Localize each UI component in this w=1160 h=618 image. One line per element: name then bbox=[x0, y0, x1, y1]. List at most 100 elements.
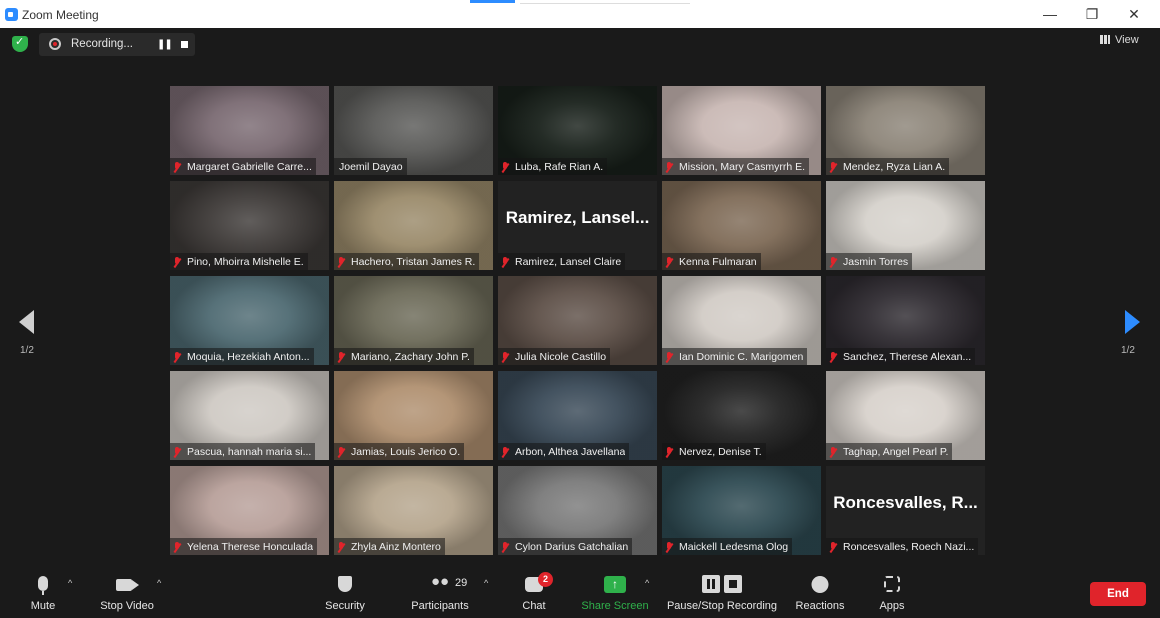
participant-nameplate: Ian Dominic C. Marigomen bbox=[662, 348, 808, 365]
participants-button[interactable]: ●● 29 Participants bbox=[405, 560, 475, 618]
end-meeting-button[interactable]: End bbox=[1090, 582, 1146, 606]
participant-name: Yelena Therese Honculada bbox=[187, 540, 314, 553]
view-button[interactable]: View bbox=[1100, 34, 1139, 46]
participant-tile[interactable]: Nervez, Denise T. bbox=[662, 371, 821, 460]
participant-name: Kenna Fulmaran bbox=[679, 255, 757, 268]
participant-tile[interactable]: Zhyla Ainz Montero bbox=[334, 466, 493, 555]
participant-tile[interactable]: Hachero, Tristan James R. bbox=[334, 181, 493, 270]
participant-tile[interactable]: Joemil Dayao bbox=[334, 86, 493, 175]
participant-nameplate: Zhyla Ainz Montero bbox=[334, 538, 445, 555]
mic-muted-icon bbox=[664, 161, 674, 173]
participant-name: Sanchez, Therese Alexan... bbox=[843, 350, 972, 363]
participant-tile[interactable]: Maickell Ledesma Olog bbox=[662, 466, 821, 555]
page-indicator-left: 1/2 bbox=[20, 345, 34, 356]
reactions-button[interactable]: Reactions bbox=[792, 560, 848, 618]
title-divider bbox=[520, 3, 690, 4]
participant-display-name: Roncesvalles, R... bbox=[833, 493, 978, 512]
participant-name: Nervez, Denise T. bbox=[679, 445, 762, 458]
stop-video-button[interactable]: Stop Video bbox=[92, 560, 162, 618]
pause-stop-recording-button[interactable]: Pause/Stop Recording bbox=[667, 560, 777, 618]
participant-name: Cylon Darius Gatchalian bbox=[515, 540, 629, 553]
mic-muted-icon bbox=[828, 446, 838, 458]
title-drag-indicator bbox=[470, 0, 515, 3]
mic-muted-icon bbox=[172, 351, 182, 363]
participant-tile[interactable]: Mission, Mary Casmyrrh E. bbox=[662, 86, 821, 175]
security-button[interactable]: Security bbox=[318, 560, 372, 618]
participant-tile[interactable]: Taghap, Angel Pearl P. bbox=[826, 371, 985, 460]
participant-tile[interactable]: Julia Nicole Castillo bbox=[498, 276, 657, 365]
mute-button[interactable]: Mute bbox=[18, 560, 68, 618]
audio-options-caret[interactable]: ^ bbox=[68, 578, 72, 588]
mic-icon bbox=[38, 576, 48, 595]
apps-button[interactable]: Apps bbox=[872, 560, 912, 618]
participant-tile[interactable]: Mendez, Ryza Lian A. bbox=[826, 86, 985, 175]
participant-tile[interactable]: Pascua, hannah maria si... bbox=[170, 371, 329, 460]
stop-video-label: Stop Video bbox=[100, 600, 154, 612]
participant-tile[interactable]: Cylon Darius Gatchalian bbox=[498, 466, 657, 555]
participant-tile[interactable]: Moquia, Hezekiah Anton... bbox=[170, 276, 329, 365]
participant-tile[interactable]: Margaret Gabrielle Carre... bbox=[170, 86, 329, 175]
window-title: Zoom Meeting bbox=[22, 8, 99, 22]
reactions-label: Reactions bbox=[795, 600, 845, 612]
participant-nameplate: Pino, Mhoirra Mishelle E. bbox=[170, 253, 308, 270]
shield-icon bbox=[338, 576, 352, 592]
participant-nameplate: Mendez, Ryza Lian A. bbox=[826, 158, 950, 175]
participants-options-caret[interactable]: ^ bbox=[484, 578, 488, 588]
share-screen-button[interactable]: ↑ Share Screen bbox=[580, 560, 650, 618]
participant-nameplate: Mission, Mary Casmyrrh E. bbox=[662, 158, 810, 175]
participant-name: Roncesvalles, Roech Nazi... bbox=[843, 540, 975, 553]
participant-tile[interactable]: Pino, Mhoirra Mishelle E. bbox=[170, 181, 329, 270]
participant-grid: Margaret Gabrielle Carre... Joemil Dayao L… bbox=[170, 86, 990, 558]
participant-tile[interactable]: Yelena Therese Honculada bbox=[170, 466, 329, 555]
participant-name: Joemil Dayao bbox=[339, 160, 403, 173]
participant-name: Zhyla Ainz Montero bbox=[351, 540, 441, 553]
mic-muted-icon bbox=[500, 446, 510, 458]
participant-name: Ramirez, Lansel Claire bbox=[515, 255, 622, 268]
participant-name: Jamias, Louis Jerico O. bbox=[351, 445, 461, 458]
restore-button[interactable]: ❐ bbox=[1080, 4, 1104, 24]
recording-status: Recording... bbox=[71, 38, 134, 50]
participant-nameplate: Julia Nicole Castillo bbox=[498, 348, 611, 365]
zoom-logo-icon bbox=[5, 8, 18, 21]
participant-tile[interactable]: Kenna Fulmaran bbox=[662, 181, 821, 270]
shield-check-icon[interactable] bbox=[12, 35, 28, 52]
participant-tile[interactable]: Jamias, Louis Jerico O. bbox=[334, 371, 493, 460]
participant-tile[interactable]: Arbon, Althea Javellana bbox=[498, 371, 657, 460]
participant-name: Jasmin Torres bbox=[843, 255, 909, 268]
participant-tile[interactable]: Mariano, Zachary John P. bbox=[334, 276, 493, 365]
chat-badge: 2 bbox=[538, 572, 553, 587]
participant-name: Margaret Gabrielle Carre... bbox=[187, 160, 312, 173]
participant-nameplate: Yelena Therese Honculada bbox=[170, 538, 318, 555]
title-bar: Zoom Meeting — ❐ ✕ bbox=[0, 0, 1160, 28]
participants-count: 29 bbox=[455, 577, 468, 589]
close-button[interactable]: ✕ bbox=[1122, 4, 1146, 24]
mic-muted-icon bbox=[172, 256, 182, 268]
mic-muted-icon bbox=[336, 256, 346, 268]
participant-tile[interactable]: Sanchez, Therese Alexan... bbox=[826, 276, 985, 365]
participant-name: Hachero, Tristan James R. bbox=[351, 255, 476, 268]
participant-tile[interactable]: Roncesvalles, R... Roncesvalles, Roech Na… bbox=[826, 466, 985, 555]
reaction-icon bbox=[811, 576, 829, 593]
arrow-right-icon[interactable] bbox=[1125, 310, 1140, 334]
participant-display-name: Ramirez, Lansel... bbox=[505, 208, 650, 227]
participant-name: Luba, Rafe Rian A. bbox=[515, 160, 604, 173]
minimize-button[interactable]: — bbox=[1038, 4, 1062, 24]
view-label: View bbox=[1115, 34, 1139, 46]
participant-name: Mendez, Ryza Lian A. bbox=[843, 160, 946, 173]
participant-tile[interactable]: Jasmin Torres bbox=[826, 181, 985, 270]
participants-label: Participants bbox=[411, 600, 469, 612]
mic-muted-icon bbox=[172, 161, 182, 173]
participant-nameplate: Arbon, Althea Javellana bbox=[498, 443, 630, 460]
participant-tile[interactable]: Ramirez, Lansel... Ramirez, Lansel Claire bbox=[498, 181, 657, 270]
participant-nameplate: Nervez, Denise T. bbox=[662, 443, 766, 460]
video-options-caret[interactable]: ^ bbox=[157, 578, 161, 588]
arrow-left-icon[interactable] bbox=[19, 310, 34, 334]
apps-icon bbox=[884, 576, 900, 592]
stop-icon[interactable] bbox=[181, 41, 188, 48]
mic-muted-icon bbox=[828, 161, 838, 173]
participant-tile[interactable]: Ian Dominic C. Marigomen bbox=[662, 276, 821, 365]
participant-tile[interactable]: Luba, Rafe Rian A. bbox=[498, 86, 657, 175]
share-options-caret[interactable]: ^ bbox=[645, 578, 649, 588]
chat-button[interactable]: Chat bbox=[512, 560, 556, 618]
pause-icon[interactable]: ❚❚ bbox=[157, 39, 173, 50]
